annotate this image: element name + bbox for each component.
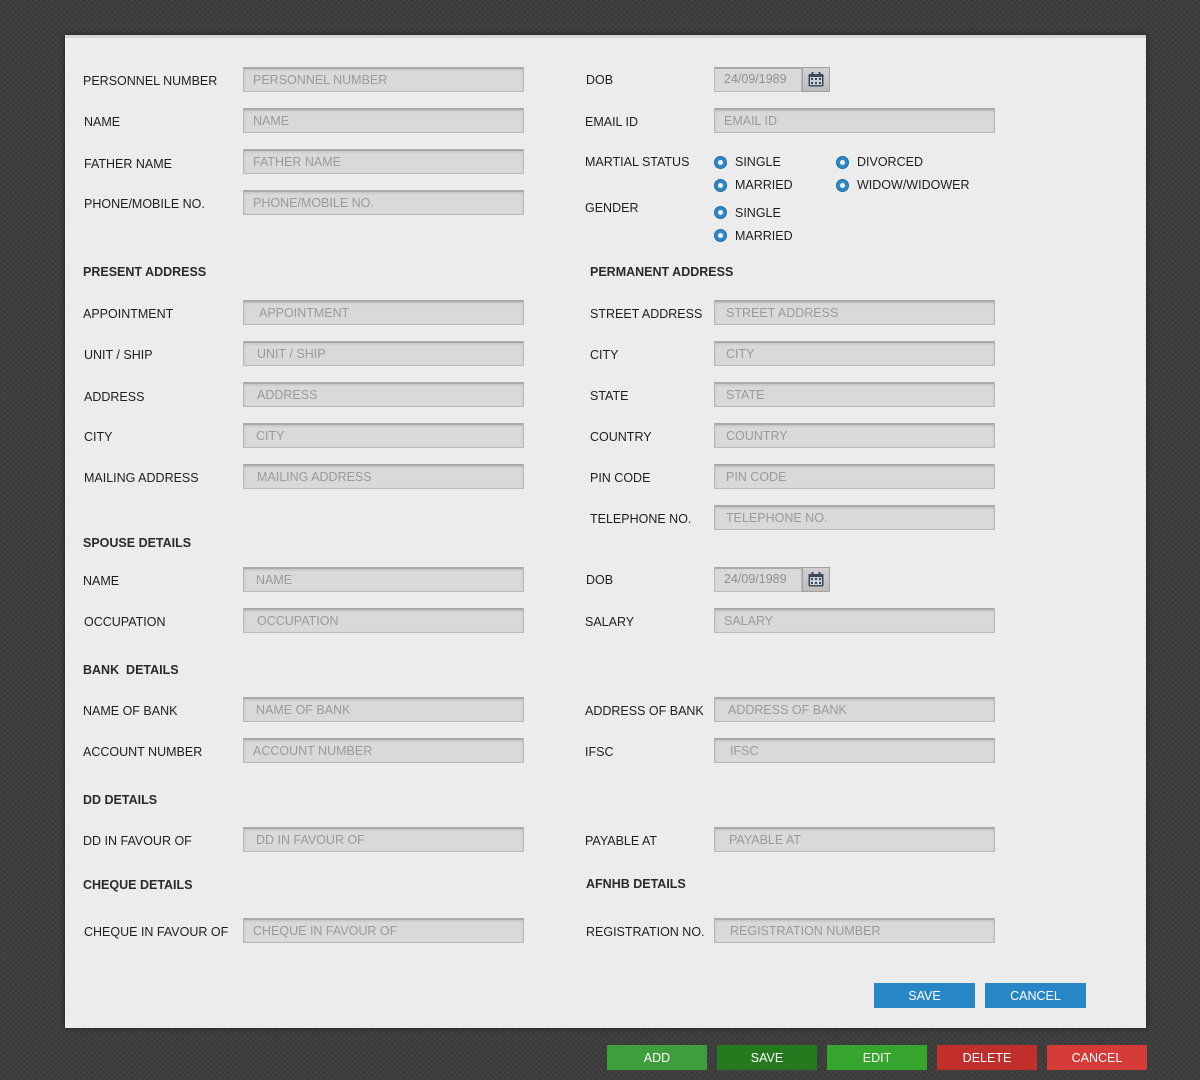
calendar-icon — [808, 72, 824, 87]
gender-label: GENDER — [585, 201, 639, 215]
registration-label: REGISTRATION NO. — [586, 925, 705, 939]
phone-label: PHONE/MOBILE NO. — [84, 197, 205, 211]
father-name-label: FATHER NAME — [84, 157, 172, 171]
gender-single-label: SINGLE — [735, 206, 781, 220]
marital-widow-label: WIDOW/WIDOWER — [857, 178, 970, 192]
calendar-icon — [808, 572, 824, 587]
marital-divorced-label: DIVORCED — [857, 155, 923, 169]
permanent-city-input[interactable] — [714, 341, 995, 366]
name-label: NAME — [84, 115, 121, 129]
street-address-label: STREET ADDRESS — [590, 307, 703, 321]
mailing-address-input[interactable] — [243, 464, 524, 489]
email-input[interactable] — [714, 108, 995, 133]
present-address-input[interactable] — [243, 382, 524, 407]
telephone-label: TELEPHONE NO. — [590, 512, 692, 526]
bank-address-input[interactable] — [714, 697, 995, 722]
marital-widow-radio[interactable] — [836, 179, 849, 192]
marital-status-label: MARTIAL STATUS — [585, 155, 690, 169]
bank-name-label: NAME OF BANK — [83, 704, 178, 718]
name-input[interactable] — [243, 108, 524, 133]
toolbar-save-button[interactable]: SAVE — [717, 1045, 817, 1070]
form-save-button[interactable]: SAVE — [874, 983, 975, 1008]
country-label: COUNTRY — [590, 430, 652, 444]
personnel-number-input[interactable] — [243, 67, 524, 92]
delete-button[interactable]: DELETE — [937, 1045, 1037, 1070]
bank-address-label: ADDRESS OF BANK — [585, 704, 704, 718]
spouse-dob-calendar-button[interactable] — [802, 567, 830, 592]
ifsc-label: IFSC — [585, 745, 614, 759]
street-address-input[interactable] — [714, 300, 995, 325]
marital-married-label: MARRIED — [735, 178, 793, 192]
bank-name-input[interactable] — [243, 697, 524, 722]
dd-favour-label: DD IN FAVOUR OF — [83, 834, 192, 848]
phone-input[interactable] — [243, 190, 524, 215]
salary-input[interactable] — [714, 608, 995, 633]
dd-details-heading: DD DETAILS — [83, 793, 158, 807]
account-number-label: ACCOUNT NUMBER — [83, 745, 203, 759]
form-panel: PERSONNEL NUMBER NAME FATHER NAME PHONE/… — [65, 35, 1146, 1028]
dob-field[interactable]: 24/09/1989 — [714, 67, 802, 92]
marital-married-radio[interactable] — [714, 179, 727, 192]
cheque-favour-label: CHEQUE IN FAVOUR OF — [84, 925, 229, 939]
account-number-input[interactable] — [243, 738, 524, 763]
present-city-label: CITY — [84, 430, 113, 444]
appointment-input[interactable] — [243, 300, 524, 325]
unit-ship-input[interactable] — [243, 341, 524, 366]
personnel-number-label: PERSONNEL NUMBER — [83, 74, 218, 88]
salary-label: SALARY — [585, 615, 635, 629]
cheque-favour-input[interactable] — [243, 918, 524, 943]
father-name-input[interactable] — [243, 149, 524, 174]
add-button[interactable]: ADD — [607, 1045, 707, 1070]
state-input[interactable] — [714, 382, 995, 407]
state-label: STATE — [590, 389, 629, 403]
spouse-name-input[interactable] — [243, 567, 524, 592]
appointment-label: APPOINTMENT — [83, 307, 174, 321]
payable-at-input[interactable] — [714, 827, 995, 852]
pin-code-label: PIN CODE — [590, 471, 651, 485]
edit-button[interactable]: EDIT — [827, 1045, 927, 1070]
toolbar-cancel-button[interactable]: CANCEL — [1047, 1045, 1147, 1070]
country-input[interactable] — [714, 423, 995, 448]
marital-single-label: SINGLE — [735, 155, 781, 169]
spouse-dob-label: DOB — [586, 573, 614, 587]
marital-single-radio[interactable] — [714, 156, 727, 169]
occupation-input[interactable] — [243, 608, 524, 633]
mailing-address-label: MAILING ADDRESS — [84, 471, 199, 485]
form-cancel-button[interactable]: CANCEL — [985, 983, 1086, 1008]
registration-input[interactable] — [714, 918, 995, 943]
spouse-name-label: NAME — [83, 574, 120, 588]
gender-married-radio[interactable] — [714, 229, 727, 242]
spouse-details-heading: SPOUSE DETAILS — [83, 536, 192, 550]
permanent-address-heading: PERMANENT ADDRESS — [590, 265, 734, 279]
telephone-input[interactable] — [714, 505, 995, 530]
cheque-details-heading: CHEQUE DETAILS — [83, 878, 193, 892]
afnhb-details-heading: AFNHB DETAILS — [586, 877, 686, 891]
present-city-input[interactable] — [243, 423, 524, 448]
dob-label: DOB — [586, 73, 614, 87]
dob-calendar-button[interactable] — [802, 67, 830, 92]
marital-divorced-radio[interactable] — [836, 156, 849, 169]
payable-at-label: PAYABLE AT — [585, 834, 658, 848]
present-address-label: ADDRESS — [84, 390, 145, 404]
occupation-label: OCCUPATION — [84, 615, 166, 629]
permanent-city-label: CITY — [590, 348, 619, 362]
spouse-dob-field[interactable]: 24/09/1989 — [714, 567, 802, 592]
gender-single-radio[interactable] — [714, 206, 727, 219]
ifsc-input[interactable] — [714, 738, 995, 763]
present-address-heading: PRESENT ADDRESS — [83, 265, 207, 279]
bank-details-heading: BANK DETAILS — [83, 663, 179, 677]
dd-favour-input[interactable] — [243, 827, 524, 852]
unit-ship-label: UNIT / SHIP — [84, 348, 153, 362]
pin-code-input[interactable] — [714, 464, 995, 489]
gender-married-label: MARRIED — [735, 229, 793, 243]
email-label: EMAIL ID — [585, 115, 639, 129]
